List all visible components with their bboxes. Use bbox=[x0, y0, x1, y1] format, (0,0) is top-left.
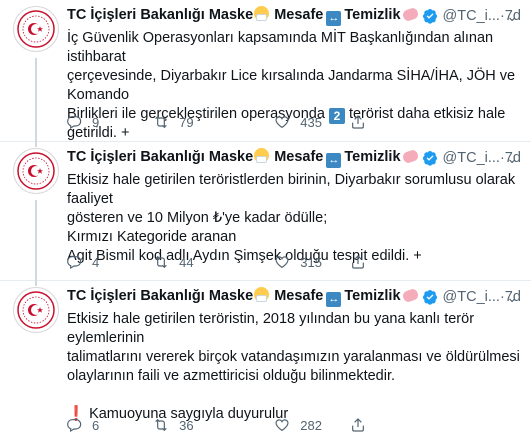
reply-button[interactable]: 4 bbox=[66, 254, 153, 270]
tweet-line: olaylarının faili ve azmettiricisi olduğ… bbox=[67, 368, 396, 384]
mask-emoji-icon bbox=[254, 148, 270, 163]
left-right-arrow-emoji-icon: ↔ bbox=[326, 292, 342, 307]
like-button[interactable]: 282 bbox=[274, 417, 350, 433]
left-right-arrow-emoji-icon: ↔ bbox=[326, 153, 342, 168]
reply-button[interactable]: 9 bbox=[66, 114, 153, 130]
reply-button[interactable]: 6 bbox=[66, 417, 153, 433]
soap-emoji-icon bbox=[401, 148, 419, 165]
tweet-line: gösteren ve 10 Milyon ₺'ye kadar ödülle; bbox=[67, 210, 328, 226]
soap-emoji-icon bbox=[401, 287, 419, 304]
more-icon[interactable]: ⌄ bbox=[506, 150, 519, 167]
retweet-button[interactable]: 36 bbox=[153, 417, 274, 433]
share-icon bbox=[352, 115, 364, 129]
tweet-header: TC İçişleri Bakanlığı Maske Mesafe ↔ Temiz… bbox=[67, 287, 521, 307]
ministry-logo-icon bbox=[17, 152, 55, 190]
like-count: 435 bbox=[300, 114, 322, 130]
retweet-icon bbox=[155, 418, 167, 432]
mask-emoji-icon bbox=[254, 6, 270, 21]
heart-icon bbox=[275, 116, 289, 129]
retweet-button[interactable]: 79 bbox=[153, 114, 274, 130]
like-button[interactable]: 315 bbox=[274, 254, 350, 270]
tweet-actions: 6 36 282 bbox=[66, 415, 366, 435]
author-name[interactable]: TC İçişleri Bakanlığı Maske Mesafe ↔ Temiz… bbox=[67, 287, 419, 307]
author-handle[interactable]: @TC_i... bbox=[443, 289, 500, 305]
share-button[interactable] bbox=[350, 417, 366, 433]
thread-connector bbox=[35, 58, 37, 147]
reply-icon bbox=[67, 419, 82, 433]
avatar[interactable] bbox=[13, 148, 59, 194]
thread-connector bbox=[35, 200, 37, 286]
share-button[interactable] bbox=[350, 114, 366, 130]
tweet-header: TC İçişleri Bakanlığı Maske Mesafe ↔ Temiz… bbox=[67, 148, 521, 168]
avatar[interactable] bbox=[13, 6, 59, 52]
verified-badge-icon bbox=[422, 151, 437, 166]
share-icon bbox=[352, 255, 364, 269]
left-right-arrow-emoji-icon: ↔ bbox=[326, 11, 342, 26]
tweet-line: Kırmızı Kategoride aranan bbox=[67, 229, 237, 245]
heart-icon bbox=[275, 256, 289, 269]
share-icon bbox=[352, 418, 364, 432]
retweet-count: 44 bbox=[179, 254, 194, 270]
more-icon[interactable]: ⌄ bbox=[506, 289, 519, 306]
ministry-logo-icon bbox=[17, 10, 55, 48]
reply-count: 9 bbox=[92, 114, 100, 130]
retweet-icon bbox=[155, 115, 167, 129]
reply-count: 4 bbox=[92, 254, 100, 270]
tweet-line: çerçevesinde, Diyarbakır Lice kırsalında… bbox=[67, 68, 516, 103]
tweet[interactable]: TC İçişleri Bakanlığı Maske Mesafe ↔ Temiz… bbox=[0, 142, 531, 286]
author-name[interactable]: TC İçişleri Bakanlığı Maske Mesafe ↔ Temiz… bbox=[67, 6, 419, 26]
reply-count: 6 bbox=[92, 417, 100, 433]
soap-emoji-icon bbox=[401, 6, 419, 23]
like-count: 315 bbox=[300, 254, 322, 270]
verified-badge-icon bbox=[422, 9, 437, 24]
tweet-line: Etkisiz hale getirilen teröristlerden bi… bbox=[67, 172, 516, 207]
avatar-column bbox=[11, 6, 61, 147]
author-handle[interactable]: @TC_i... bbox=[443, 150, 500, 166]
tweet-line: İç Güvenlik Operasyonları kapsamında MİT… bbox=[67, 30, 494, 65]
tweet-header: TC İçişleri Bakanlığı Maske Mesafe ↔ Temiz… bbox=[67, 6, 521, 26]
reply-icon bbox=[67, 256, 82, 270]
author-name[interactable]: TC İçişleri Bakanlığı Maske Mesafe ↔ Temiz… bbox=[67, 148, 419, 168]
avatar-column bbox=[11, 287, 61, 446]
ministry-logo-icon bbox=[17, 291, 55, 329]
tweet-line: Etkisiz hale getirilen teröristin, 2018 … bbox=[67, 311, 475, 346]
tweet[interactable]: TC İçişleri Bakanlığı Maske Mesafe ↔ Temiz… bbox=[0, 0, 531, 147]
more-icon[interactable]: ⌄ bbox=[506, 8, 519, 25]
retweet-count: 36 bbox=[179, 417, 194, 433]
retweet-count: 79 bbox=[179, 114, 194, 130]
heart-icon bbox=[275, 419, 289, 432]
verified-badge-icon bbox=[422, 290, 437, 305]
tweet-text: Etkisiz hale getirilen teröristin, 2018 … bbox=[67, 310, 521, 424]
mask-emoji-icon bbox=[254, 287, 270, 302]
retweet-button[interactable]: 44 bbox=[153, 254, 274, 270]
author-handle[interactable]: @TC_i... bbox=[443, 8, 500, 24]
tweet[interactable]: TC İçişleri Bakanlığı Maske Mesafe ↔ Temiz… bbox=[0, 281, 531, 446]
reply-icon bbox=[67, 116, 82, 130]
avatar[interactable] bbox=[13, 287, 59, 333]
tweet-actions: 9 79 435 bbox=[66, 112, 366, 132]
tweet-actions: 4 44 315 bbox=[66, 252, 366, 272]
share-button[interactable] bbox=[350, 254, 366, 270]
tweet-line: talimatlarını vererek birçok vatandaşımı… bbox=[67, 349, 520, 365]
avatar-column bbox=[11, 148, 61, 286]
retweet-icon bbox=[155, 255, 167, 269]
like-button[interactable]: 435 bbox=[274, 114, 350, 130]
like-count: 282 bbox=[300, 417, 322, 433]
